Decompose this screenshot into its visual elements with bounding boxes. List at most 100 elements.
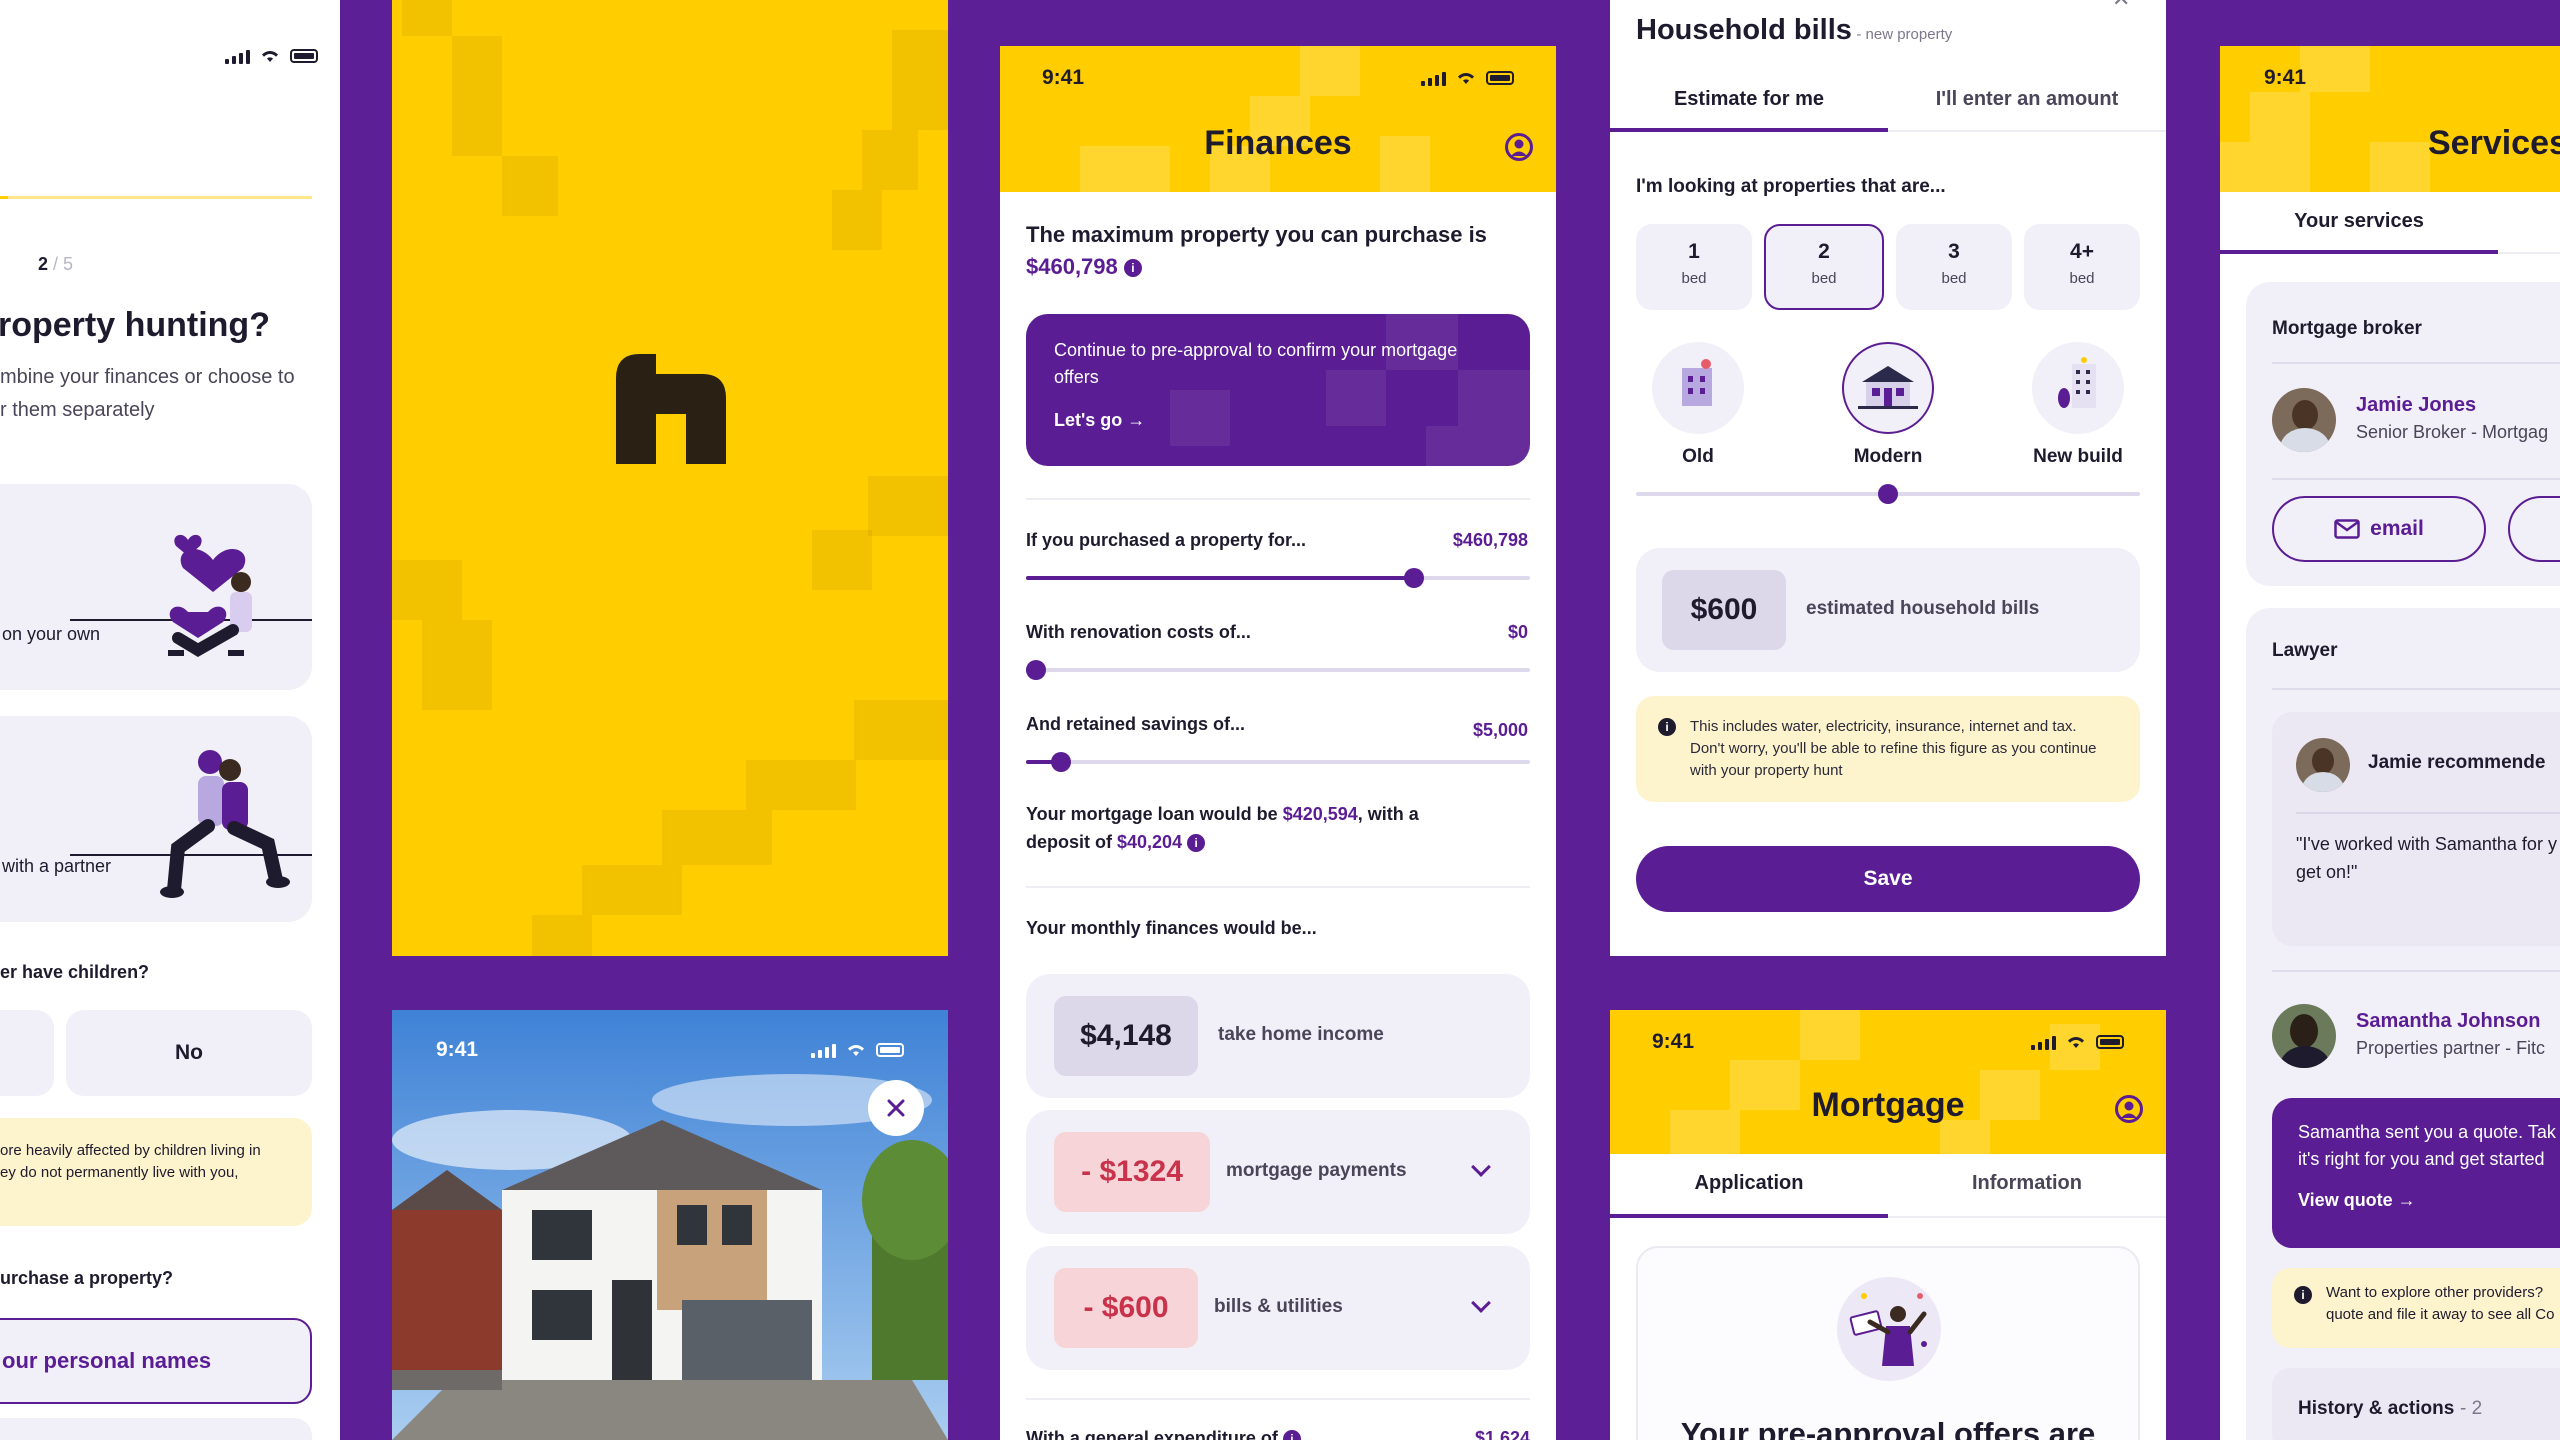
info-icon[interactable]: i — [1123, 259, 1142, 278]
loan-summary: Your mortgage loan would be $420,594, wi… — [1026, 800, 1419, 856]
slider-knob[interactable] — [1026, 660, 1047, 680]
deposit-prefix: deposit of — [1026, 832, 1112, 852]
subtitle-line-2: r them separately — [0, 399, 155, 421]
wifi-icon — [848, 1045, 864, 1056]
view-quote-link[interactable]: View quote → — [2298, 1190, 2416, 1211]
yes-button[interactable] — [0, 1010, 54, 1096]
estimate-label: estimated household bills — [1806, 598, 2040, 619]
status-bar: 9:41 — [1000, 46, 1556, 110]
info-icon[interactable]: i — [1187, 834, 1206, 853]
tab-your-services[interactable]: Your services — [2220, 210, 2498, 233]
modern-house-icon — [1842, 342, 1934, 434]
tab-underline — [2220, 250, 2498, 254]
bed-option-3[interactable]: 3 bed — [1896, 224, 2012, 310]
bed-number: 3 — [1948, 240, 1960, 263]
page-title: roperty hunting? — [0, 306, 270, 344]
modal-title-note: - new property — [1856, 26, 1953, 43]
save-button[interactable]: Save — [1636, 846, 2140, 912]
property-type-label: Old — [1682, 446, 1714, 467]
property-type-old[interactable]: Old — [1652, 342, 1744, 468]
slider-fill — [1026, 576, 1415, 580]
property-type-label: New build — [2033, 446, 2123, 467]
app-logo-icon — [616, 354, 726, 464]
bed-option-4plus[interactable]: 4+ bed — [2024, 224, 2140, 310]
bed-selector: 1 bed 2 bed 3 bed 4+ bed — [1636, 224, 2140, 310]
avatar — [2296, 738, 2350, 792]
tab-enter-amount[interactable]: I'll enter an amount — [1888, 88, 2166, 111]
quote-banner[interactable]: Samantha sent you a quote. Tak it's righ… — [2272, 1098, 2560, 1248]
progress-bar — [0, 196, 312, 199]
step-indicator: 2 / 5 — [38, 254, 73, 275]
banner-cta-link[interactable]: Let's go → — [1054, 410, 1145, 431]
option-partner-card[interactable]: with a partner — [0, 716, 312, 922]
quote-banner-line-2: it's right for you and get started — [2298, 1149, 2545, 1169]
bed-unit: bed — [1681, 270, 1707, 287]
finances-header: 9:41 Finances — [1000, 46, 1556, 192]
divider — [2272, 478, 2560, 480]
close-button[interactable] — [868, 1080, 924, 1136]
profile-icon[interactable] — [1504, 132, 1534, 162]
no-button[interactable]: No — [66, 1010, 312, 1096]
tab-underline — [1610, 128, 1888, 132]
history-actions-row[interactable]: History & actions - 2 — [2272, 1368, 2560, 1440]
slider-knob[interactable] — [1051, 752, 1072, 772]
note-line-2: ey do not permanently live with you, — [0, 1164, 239, 1181]
property-photo-panel: 9:41 — [392, 1010, 948, 1440]
step-total: / 5 — [53, 254, 74, 274]
close-icon[interactable]: ✕ — [2112, 0, 2130, 12]
status-icons — [2031, 1034, 2124, 1050]
signal-icon — [225, 48, 250, 64]
slider-knob[interactable] — [1404, 568, 1425, 588]
bills-card[interactable]: - $600 bills & utilities — [1026, 1246, 1530, 1370]
property-type-new-build[interactable]: New build — [2032, 342, 2124, 468]
avatar — [2272, 388, 2336, 452]
mortgage-payments-card[interactable]: - $1324 mortgage payments — [1026, 1110, 1530, 1234]
slider2-label: With renovation costs of... — [1026, 622, 1251, 642]
email-button[interactable]: email — [2272, 496, 2486, 562]
wifi-icon — [262, 51, 278, 62]
slider3-label: And retained savings of... — [1026, 714, 1246, 734]
celebration-illustration — [1837, 1277, 1941, 1381]
estimate-card: $600 estimated household bills — [1636, 548, 2140, 672]
income-label: take home income — [1218, 1024, 1384, 1045]
property-type-label: Modern — [1853, 446, 1923, 467]
preapproval-banner[interactable]: Continue to pre-approval to confirm your… — [1026, 314, 1530, 466]
battery-icon — [876, 1043, 904, 1057]
option-own-card[interactable]: on your own — [0, 484, 312, 690]
status-bar: 9:41 — [1610, 1010, 2166, 1074]
tab-application[interactable]: Application — [1610, 1172, 1888, 1195]
chevron-down-icon[interactable] — [1471, 1157, 1491, 1177]
tab-information[interactable]: Information — [1888, 1172, 2166, 1195]
bed-unit: bed — [2069, 270, 2095, 287]
slider-knob[interactable] — [1878, 484, 1898, 504]
mortgage-payments-value: - $1324 — [1081, 1155, 1183, 1188]
bed-option-1[interactable]: 1 bed — [1636, 224, 1752, 310]
splash-panel — [392, 0, 948, 956]
broker-role: Senior Broker - Mortgag — [2356, 422, 2549, 442]
expenditure-text: With a general expenditure of — [1026, 1428, 1278, 1440]
chevron-down-icon[interactable] — [1471, 1293, 1491, 1313]
profile-icon[interactable] — [2114, 1094, 2144, 1124]
lawyer-name[interactable]: Samantha Johnson — [2356, 1010, 2540, 1033]
renovation-slider[interactable] — [1026, 660, 1530, 680]
recommendation-card: Jamie recommende "I've worked with Saman… — [2272, 712, 2560, 946]
savings-slider[interactable] — [1026, 752, 1530, 772]
company-option[interactable] — [0, 1418, 312, 1440]
purchase-price-slider[interactable] — [1026, 568, 1530, 588]
mortgage-payments-label: mortgage payments — [1226, 1160, 1407, 1181]
call-button[interactable] — [2508, 496, 2560, 562]
banner-text-line-1: Continue to pre-approval to confirm your… — [1054, 340, 1458, 360]
broker-name[interactable]: Jamie Jones — [2356, 394, 2476, 417]
status-bar: 9:41 — [2220, 46, 2560, 110]
preapproval-heading: Your pre-approval offers are — [1680, 1416, 2096, 1440]
bed-option-2[interactable]: 2 bed — [1764, 224, 1884, 310]
property-type-slider[interactable] — [1636, 484, 2140, 504]
info-icon[interactable]: i — [1282, 1430, 1301, 1440]
personal-names-option[interactable]: our personal names — [0, 1318, 312, 1404]
property-type-modern[interactable]: Modern — [1842, 342, 1934, 468]
expenditure-row: With a general expenditure of i $1,624 — [1026, 1428, 1530, 1440]
max-purchase-value: $460,798 — [1026, 254, 1118, 279]
tab-estimate[interactable]: Estimate for me — [1610, 88, 1888, 111]
loan-prefix: Your mortgage loan would be — [1026, 804, 1278, 824]
modal-title: Household bills — [1636, 14, 1852, 46]
